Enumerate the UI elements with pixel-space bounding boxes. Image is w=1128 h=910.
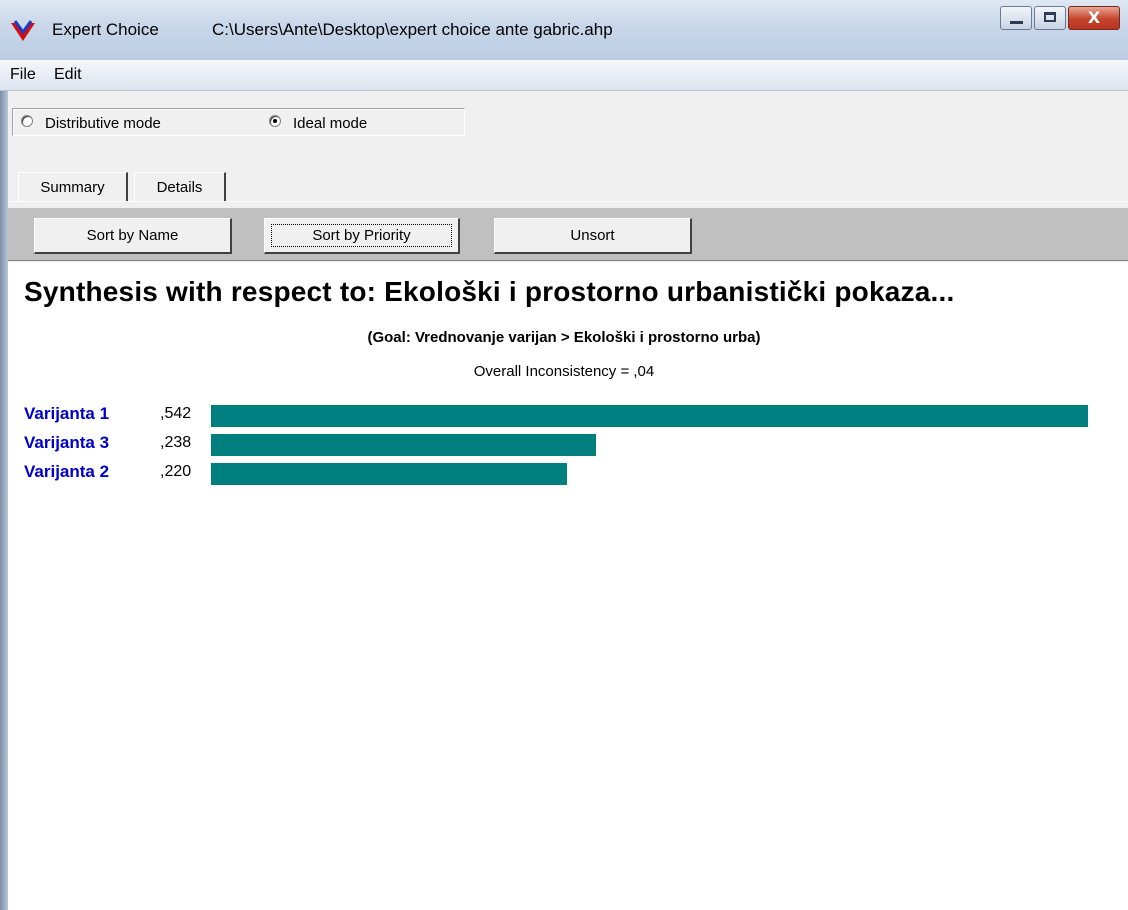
menu-edit[interactable]: Edit [54,66,82,84]
priority-bar [211,434,596,456]
overall-inconsistency: Overall Inconsistency = ,04 [473,363,655,380]
ideal-mode-label[interactable]: Ideal mode [293,115,367,132]
priority-value: ,220 [160,463,192,480]
synthesis-title: Synthesis with respect to: Ekološki i pr… [24,276,955,307]
expert-choice-logo-icon [11,20,35,41]
distributive-mode-label[interactable]: Distributive mode [45,115,161,132]
tab-divider [8,201,1128,202]
menu-bar: File Edit [0,60,1128,91]
alternative-label[interactable]: Varijanta 2 [24,462,109,482]
window-title-path: C:\Users\Ante\Desktop\expert choice ante… [212,20,613,39]
synthesis-panel [8,262,1128,910]
ideal-mode-radio[interactable] [269,115,281,127]
window-controls: X [998,6,1120,32]
window-left-border [0,91,8,910]
tab-details[interactable]: Details [134,172,226,202]
title-bar: Expert Choice C:\Users\Ante\Desktop\expe… [0,0,1128,60]
priority-value: ,542 [160,405,192,422]
unsort-button[interactable]: Unsort [494,218,692,254]
minimize-button[interactable] [1000,6,1032,30]
maximize-button[interactable] [1034,6,1066,30]
priority-bar [211,463,567,485]
sort-by-priority-button[interactable]: Sort by Priority [264,218,460,254]
priority-value: ,238 [160,434,192,451]
goal-path: (Goal: Vrednovanje varijan > Ekološki i … [367,329,761,346]
menu-file[interactable]: File [10,66,36,84]
alternative-label[interactable]: Varijanta 1 [24,404,109,424]
window-title-app: Expert Choice [52,20,159,39]
maximize-icon [1044,12,1056,22]
mode-radio-group: Distributive mode Ideal mode [12,108,465,136]
priority-bar [211,405,1088,427]
alternative-label[interactable]: Varijanta 3 [24,433,109,453]
close-icon: X [1087,8,1101,27]
distributive-mode-radio[interactable] [21,115,33,127]
tab-summary[interactable]: Summary [18,172,128,202]
focus-rect [271,224,452,247]
radio-selected-dot [273,119,277,123]
close-button[interactable]: X [1068,6,1120,30]
minimize-icon [1010,21,1023,24]
sort-by-name-button[interactable]: Sort by Name [34,218,232,254]
